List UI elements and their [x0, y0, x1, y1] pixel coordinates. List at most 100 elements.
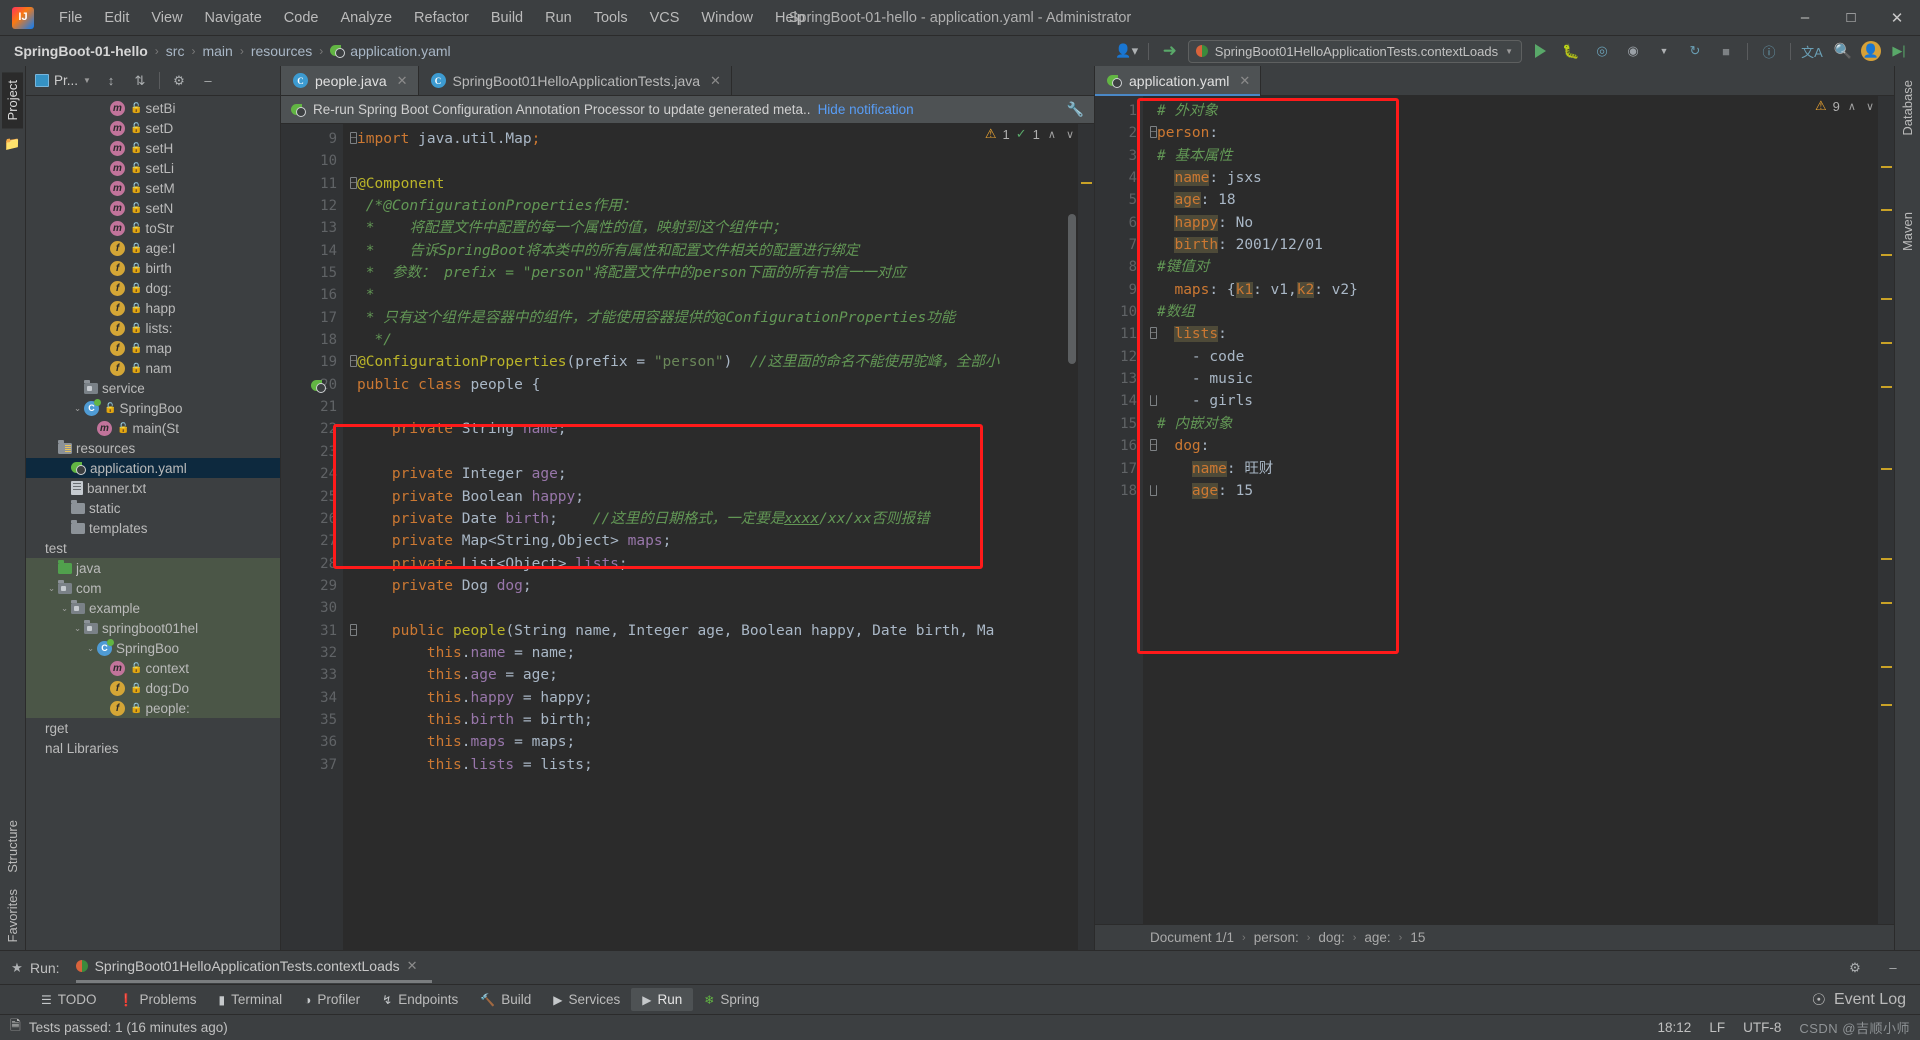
editor-tab-people-java[interactable]: C people.java ✕ — [281, 66, 419, 95]
code-line[interactable]: * 只有这个组件是容器中的组件，才能使用容器提供的@ConfigurationP… — [357, 307, 1094, 329]
breadcrumb-person[interactable]: person: — [1254, 930, 1299, 945]
chevron-down-icon[interactable]: ▼ — [1651, 39, 1677, 63]
code-line[interactable]: - code — [1157, 346, 1894, 368]
translate-icon[interactable]: 文A — [1799, 39, 1825, 63]
tree-item-setn[interactable]: m 🔓 setN — [26, 198, 280, 218]
gear-icon[interactable]: ⚙ — [1842, 956, 1868, 980]
bottom-tab-todo[interactable]: ☰ TODO — [30, 988, 108, 1011]
code-line[interactable]: lists: — [1157, 323, 1894, 345]
code-line[interactable]: #数组 — [1157, 301, 1894, 323]
minimize-button[interactable]: – — [1782, 0, 1828, 36]
profile-icon[interactable]: ◉ — [1620, 39, 1646, 63]
code-line[interactable]: person: — [1157, 122, 1894, 144]
user-avatar-icon[interactable]: 👤 — [1861, 41, 1881, 61]
next-problem-icon[interactable]: ∨ — [1064, 128, 1076, 141]
tree-item-context[interactable]: m 🔓 context — [26, 658, 280, 678]
code-line[interactable]: /*@ConfigurationProperties作用： — [357, 195, 1094, 217]
tree-item-setli[interactable]: m 🔓 setLi — [26, 158, 280, 178]
debug-icon[interactable]: 🐛 — [1558, 39, 1584, 63]
user-icon[interactable]: 👤▾ — [1114, 39, 1140, 63]
menu-run[interactable]: Run — [534, 6, 583, 30]
bottom-tab-run[interactable]: ▶ Run — [631, 988, 694, 1011]
tree-item-application-yaml[interactable]: application.yaml — [26, 458, 280, 478]
collapse-all-icon[interactable]: ⇅ — [127, 69, 153, 93]
tree-item-main-st[interactable]: m 🔓 main(St — [26, 418, 280, 438]
tree-item-static[interactable]: static — [26, 498, 280, 518]
java-code-content[interactable]: import java.util.Map; @Component /*@Conf… — [343, 124, 1094, 950]
code-line[interactable]: this.age = age; — [357, 664, 1094, 686]
java-editor-scrollbar[interactable] — [1068, 214, 1076, 364]
tree-item-banner-txt[interactable]: banner.txt — [26, 478, 280, 498]
close-icon[interactable]: ✕ — [1239, 73, 1250, 89]
hide-notification-link[interactable]: Hide notification — [818, 102, 914, 117]
code-line[interactable]: public people(String name, Integer age, … — [357, 620, 1094, 642]
code-line[interactable] — [357, 396, 1094, 418]
line-separator-indicator[interactable]: LF — [1709, 1020, 1725, 1035]
run-icon[interactable] — [1527, 39, 1553, 63]
code-line[interactable]: # 内嵌对象 — [1157, 413, 1894, 435]
tree-item-example[interactable]: ⌄ example — [26, 598, 280, 618]
bottom-tab-build[interactable]: 🔨 Build — [469, 988, 542, 1011]
tree-item-service[interactable]: service — [26, 378, 280, 398]
tree-item-springboot01hel[interactable]: ⌄ springboot01hel — [26, 618, 280, 638]
code-line[interactable]: private Dog dog; — [357, 575, 1094, 597]
close-icon[interactable]: ✕ — [397, 73, 408, 89]
bottom-tab-problems[interactable]: ❗ Problems — [108, 988, 208, 1011]
code-line[interactable]: age: 15 — [1157, 480, 1894, 502]
code-line[interactable]: @Component — [357, 173, 1094, 195]
tree-item-templates[interactable]: templates — [26, 518, 280, 538]
project-file-tree[interactable]: m 🔓 setBi m 🔓 setD m 🔓 setH m 🔓 setLi m 🔓 setM m 🔓 setN m 🔓… — [26, 96, 280, 950]
code-line[interactable]: - music — [1157, 368, 1894, 390]
close-icon[interactable]: ✕ — [407, 958, 418, 974]
menu-file[interactable]: File — [48, 6, 93, 30]
tree-item-setm[interactable]: m 🔓 setM — [26, 178, 280, 198]
java-gutter-line-numbers[interactable]: 9– 10 11– 12 13 14 15 16 17 18 19–20 21 22 23 24 25 26 27… — [281, 124, 358, 950]
code-line[interactable] — [357, 597, 1094, 619]
code-line[interactable]: this.name = name; — [357, 642, 1094, 664]
tree-item-test[interactable]: test — [26, 538, 280, 558]
run-tab-contextloads[interactable]: SpringBoot01HelloApplicationTests.contex… — [75, 958, 432, 983]
code-line[interactable]: # 外对象 — [1157, 100, 1894, 122]
settings-gear-icon[interactable]: ⚙ — [166, 69, 192, 93]
coverage-icon[interactable]: ◎ — [1589, 39, 1615, 63]
breadcrumb-src[interactable]: src — [166, 43, 185, 59]
code-line[interactable]: import java.util.Map; — [357, 128, 1094, 150]
code-line[interactable]: birth: 2001/12/01 — [1157, 234, 1894, 256]
code-line[interactable]: public class people { — [357, 374, 1094, 396]
code-line[interactable] — [357, 441, 1094, 463]
tree-item-tostr[interactable]: m 🔓 toStr — [26, 218, 280, 238]
project-view-selector[interactable]: Pr... ▼ — [31, 71, 95, 90]
tree-item-com[interactable]: ⌄ com — [26, 578, 280, 598]
yaml-code-editor[interactable]: 1 2– 3 4 5 6 7 8 9 10 11– 12 13 14 15 16– 17 18 # 外对象 per… — [1095, 96, 1894, 924]
code-line[interactable]: * 告诉SpringBoot将本类中的所有属性和配置文件相关的配置进行绑定 — [357, 240, 1094, 262]
menu-navigate[interactable]: Navigate — [194, 6, 273, 30]
hide-panel-icon[interactable]: – — [195, 69, 221, 93]
tree-item-map[interactable]: f 🔒 map — [26, 338, 280, 358]
editor-tab-application-yaml[interactable]: application.yaml ✕ — [1095, 66, 1262, 96]
tree-expand-arrow-icon[interactable]: ⌄ — [45, 583, 58, 594]
tree-item-springboo[interactable]: ⌄ C SpringBoo — [26, 638, 280, 658]
code-line[interactable]: * — [357, 284, 1094, 306]
code-line[interactable]: age: 18 — [1157, 189, 1894, 211]
tree-item-resources[interactable]: resources — [26, 438, 280, 458]
stop-icon[interactable]: ■ — [1713, 39, 1739, 63]
code-line[interactable]: dog: — [1157, 435, 1894, 457]
tree-expand-arrow-icon[interactable]: ⌄ — [71, 623, 84, 634]
tree-expand-arrow-icon[interactable]: ⌄ — [71, 403, 84, 414]
event-log-label[interactable]: Event Log — [1834, 991, 1906, 1009]
breadcrumb-value[interactable]: 15 — [1410, 930, 1425, 945]
java-code-editor[interactable]: 9– 10 11– 12 13 14 15 16 17 18 19–20 21 22 23 24 25 26 27… — [281, 124, 1094, 950]
tree-item-setbi[interactable]: m 🔓 setBi — [26, 98, 280, 118]
yaml-code-content[interactable]: # 外对象 person: # 基本属性 name: jsxs age: 18 ha… — [1143, 96, 1894, 924]
sidebar-tab-maven[interactable]: Maven — [1897, 204, 1918, 259]
java-inspection-widget[interactable]: ⚠ 1 ✓ 1 ∧ ∨ — [985, 126, 1076, 142]
menu-help[interactable]: Help — [764, 6, 816, 30]
code-line[interactable]: private String name; — [357, 418, 1094, 440]
tree-item-dog-[interactable]: f 🔒 dog: — [26, 278, 280, 298]
tree-item-seth[interactable]: m 🔓 setH — [26, 138, 280, 158]
code-line[interactable]: #键值对 — [1157, 256, 1894, 278]
tree-item-age-i[interactable]: f 🔒 age:I — [26, 238, 280, 258]
code-line[interactable]: private Map<String,Object> maps; — [357, 530, 1094, 552]
code-line[interactable]: this.happy = happy; — [357, 687, 1094, 709]
menu-refactor[interactable]: Refactor — [403, 6, 480, 30]
